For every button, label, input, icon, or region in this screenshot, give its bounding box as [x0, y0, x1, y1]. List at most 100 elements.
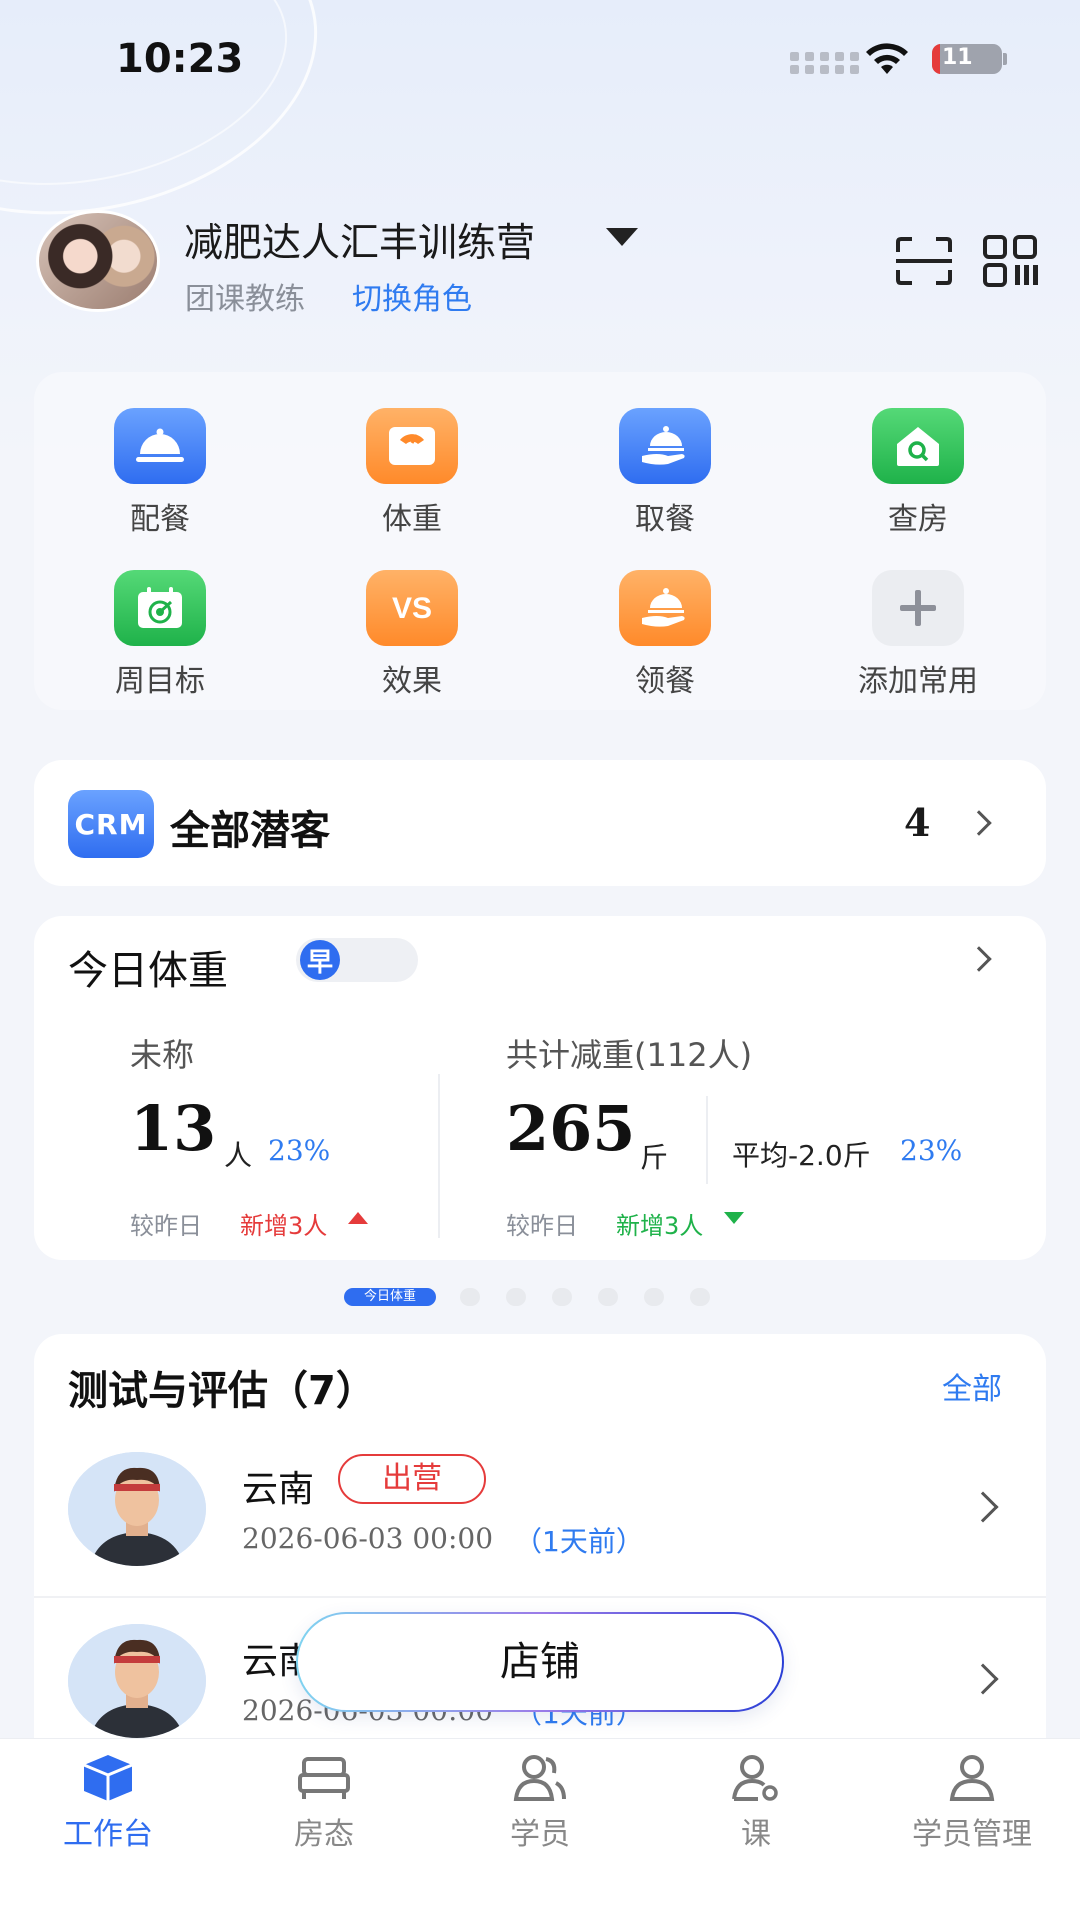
- quick-actions-card: 配餐 体重 取餐 查房 周目标 VS 效果 领餐 添加常用: [34, 372, 1046, 710]
- quick-action-label: 配餐: [130, 502, 190, 537]
- total-loss-value: 265: [506, 1092, 636, 1165]
- pager-dot[interactable]: [598, 1288, 618, 1306]
- quick-action-weight[interactable]: 体重: [322, 408, 502, 538]
- battery-icon: 11: [932, 44, 1002, 74]
- crm-count: 4: [904, 800, 931, 845]
- tab-room-status[interactable]: 房态: [234, 1753, 414, 1853]
- morning-toggle[interactable]: 早: [296, 938, 418, 982]
- crm-title: 全部潜客: [170, 808, 330, 854]
- pager-dot[interactable]: [552, 1288, 572, 1306]
- pager-dot[interactable]: [644, 1288, 664, 1306]
- chevron-right-icon[interactable]: [966, 946, 992, 972]
- store-button[interactable]: 店铺: [296, 1612, 784, 1712]
- users-icon: [512, 1753, 568, 1803]
- caret-down-icon[interactable]: [606, 228, 638, 246]
- room-check-icon: [872, 408, 964, 484]
- quick-action-qucan[interactable]: 取餐: [575, 408, 755, 538]
- quick-action-label: 效果: [382, 664, 442, 699]
- switch-role-link[interactable]: 切换角色: [352, 274, 472, 318]
- quick-action-label: 周目标: [115, 664, 205, 699]
- quick-action-label: 取餐: [635, 502, 695, 537]
- list-item[interactable]: 云南 出营 2026-06-03 00:00 （1天前）: [34, 1434, 1046, 1606]
- tab-workbench[interactable]: 工作台: [18, 1753, 198, 1853]
- divider: [438, 1074, 440, 1238]
- quick-action-label: 领餐: [635, 664, 695, 699]
- average-pct: 23%: [900, 1134, 963, 1167]
- unweighed-pct: 23%: [268, 1134, 331, 1167]
- pager-dot[interactable]: [460, 1288, 480, 1306]
- unweighed-label: 未称: [130, 1036, 195, 1074]
- change-down: 新增3人: [616, 1212, 704, 1240]
- tab-label: 课: [741, 1817, 771, 1852]
- row-ago: （1天前）: [514, 1525, 644, 1558]
- triangle-up-icon: [348, 1212, 368, 1224]
- view-all-link[interactable]: 全部: [942, 1364, 1002, 1408]
- row-date: 2026-06-03 00:00: [242, 1522, 494, 1555]
- quick-action-label: 体重: [382, 502, 442, 537]
- pager-dot[interactable]: [506, 1288, 526, 1306]
- org-name[interactable]: 减肥达人汇丰训练营: [184, 212, 535, 268]
- status-badge: 出营: [338, 1454, 486, 1504]
- weight-today-title: 今日体重: [68, 948, 228, 994]
- crm-badge: CRM: [68, 790, 154, 858]
- meal-receive-icon: [619, 570, 711, 646]
- quick-action-effect[interactable]: VS 效果: [322, 570, 502, 700]
- tab-label: 学员管理: [912, 1817, 1032, 1852]
- avatar: [68, 1452, 206, 1566]
- crm-prospects-card[interactable]: CRM 全部潜客 4: [34, 760, 1046, 886]
- test-title: 测试与评估（7）: [68, 1368, 376, 1414]
- avatar: [68, 1624, 206, 1738]
- weight-today-card: 今日体重 早 未称 13 人 23% 较昨日 新增3人 共计减重(112人) 2…: [34, 916, 1046, 1260]
- unweighed-unit: 人: [224, 1139, 253, 1172]
- triangle-down-icon: [724, 1212, 744, 1224]
- quick-action-label: 查房: [888, 502, 948, 537]
- pager-dot[interactable]: [690, 1288, 710, 1306]
- cellular-signal-icon: [790, 52, 860, 74]
- chevron-right-icon: [967, 1663, 999, 1695]
- user-icon: [944, 1753, 1000, 1803]
- vs-icon: VS: [366, 570, 458, 646]
- divider: [706, 1096, 708, 1184]
- wifi-icon: [866, 43, 908, 74]
- tab-course[interactable]: 课: [666, 1753, 846, 1853]
- average-loss: 平均-2.0斤: [732, 1139, 871, 1172]
- tab-students[interactable]: 学员: [450, 1753, 630, 1853]
- divider: [34, 1596, 1046, 1598]
- tab-student-management[interactable]: 学员管理: [882, 1753, 1062, 1853]
- compare-label: 较昨日: [130, 1212, 202, 1240]
- user-settings-icon: [728, 1753, 784, 1803]
- person-name: 云南: [242, 1469, 315, 1510]
- tab-label: 房态: [294, 1817, 354, 1852]
- quick-action-chafang[interactable]: 查房: [828, 408, 1008, 538]
- scale-icon: [366, 408, 458, 484]
- pager-active[interactable]: 今日体重: [344, 1288, 436, 1306]
- tab-label: 学员: [510, 1817, 570, 1852]
- food-cover-icon: [114, 408, 206, 484]
- unweighed-count: 13: [130, 1092, 217, 1165]
- quick-action-add-favorite[interactable]: 添加常用: [828, 570, 1008, 700]
- avatar[interactable]: [36, 210, 160, 312]
- bed-icon: [296, 1753, 352, 1803]
- workbench-icon: [80, 1753, 136, 1803]
- compare-label: 较昨日: [506, 1212, 578, 1240]
- plus-icon: [872, 570, 964, 646]
- status-time: 10:23: [116, 36, 244, 82]
- quick-action-weekly-goal[interactable]: 周目标: [70, 570, 250, 700]
- svg-text:VS: VS: [392, 592, 432, 625]
- change-up: 新增3人: [240, 1212, 328, 1240]
- calendar-target-icon: [114, 570, 206, 646]
- total-loss-unit: 斤: [640, 1141, 669, 1174]
- qr-code-icon[interactable]: [982, 234, 1040, 288]
- quick-action-lingcan[interactable]: 领餐: [575, 570, 755, 700]
- chevron-right-icon: [967, 1491, 999, 1523]
- battery-tip: [1003, 53, 1007, 65]
- quick-action-label: 添加常用: [858, 664, 978, 699]
- toggle-knob: 早: [300, 940, 340, 980]
- quick-action-peican[interactable]: 配餐: [70, 408, 250, 538]
- scan-icon[interactable]: [894, 236, 954, 286]
- chevron-right-icon: [966, 810, 992, 836]
- total-loss-label: 共计减重(112人): [506, 1036, 753, 1074]
- battery-level: 11: [942, 45, 973, 70]
- bottom-nav: 工作台 房态 学员 课 学员管理: [0, 1738, 1080, 1920]
- tab-label: 工作台: [63, 1817, 153, 1852]
